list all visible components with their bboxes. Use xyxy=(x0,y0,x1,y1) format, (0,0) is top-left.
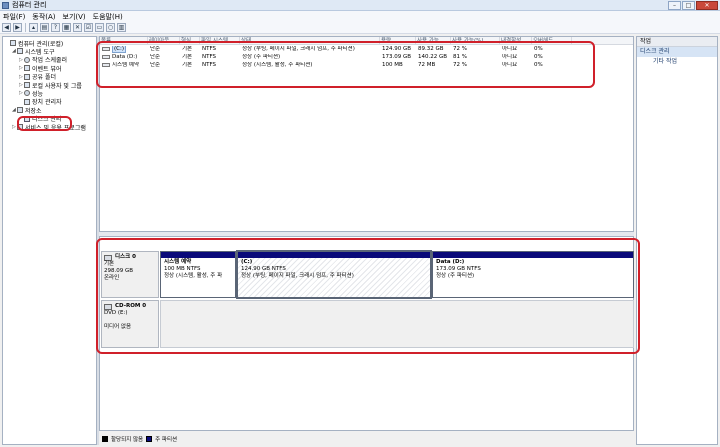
volume-list-callout xyxy=(96,41,595,88)
close-button[interactable]: ✕ xyxy=(696,1,718,10)
maximize-button[interactable]: □ xyxy=(682,1,695,10)
tree-item[interactable]: 컴퓨터 관리(로컬) xyxy=(5,39,63,48)
window-title: 컴퓨터 관리 xyxy=(12,1,47,9)
window-controls: – □ ✕ xyxy=(668,1,718,10)
storage-icon xyxy=(17,107,23,114)
toolbar: ◀ ▶ ▴ ▤ ? ▦ ✕ ☑ ▭ ○ ▥ xyxy=(0,22,720,34)
tree-item[interactable]: ◢ 시스템 도구 xyxy=(12,47,55,56)
properties-icon[interactable]: ▦ xyxy=(62,23,71,32)
actions-pane: 작업 디스크 관리 기타 작업 xyxy=(636,36,718,445)
up-folder-icon[interactable]: ▴ xyxy=(29,23,38,32)
delete-icon[interactable]: ✕ xyxy=(73,23,82,32)
tree-item[interactable]: ◢ 저장소 xyxy=(12,106,42,115)
menu-view[interactable]: 보기(V) xyxy=(63,12,86,22)
tree-item[interactable]: ▷ 작업 스케줄러 xyxy=(19,56,67,64)
tree-item[interactable]: ▷ 공유 폴더 xyxy=(19,73,56,81)
back-icon[interactable]: ◀ xyxy=(2,23,11,32)
legend-swatch-unallocated xyxy=(102,436,108,442)
clock-icon xyxy=(24,56,30,63)
help-icon[interactable]: ? xyxy=(51,23,60,32)
title-bar: 컴퓨터 관리 – □ ✕ xyxy=(0,0,720,11)
menu-file[interactable]: 파일(F) xyxy=(3,12,25,22)
users-icon xyxy=(24,82,30,88)
device-icon xyxy=(24,98,30,105)
tree-item[interactable]: 장치 관리자 xyxy=(19,98,62,106)
disk-graph-callout xyxy=(96,238,640,354)
forward-icon[interactable]: ▶ xyxy=(13,23,22,32)
folder-icon xyxy=(24,73,30,80)
actions-header: 작업 xyxy=(637,37,717,47)
legend-swatch-primary xyxy=(146,436,153,442)
legend: 할당되지 않음 주 파티션 xyxy=(99,433,634,445)
tools-icon xyxy=(17,48,23,55)
tree-item[interactable]: ▷ 로컬 사용자 및 그룹 xyxy=(19,81,82,90)
app-icon xyxy=(2,1,9,9)
search-icon[interactable]: ○ xyxy=(106,23,115,32)
menu-bar: 파일(F) 동작(A) 보기(V) 도움말(H) xyxy=(0,11,720,22)
checkbox-icon[interactable]: ☑ xyxy=(84,23,93,32)
tree-item[interactable]: ▷ 성능 xyxy=(19,89,43,98)
legend-label-unallocated: 할당되지 않음 xyxy=(111,437,144,443)
actions-more[interactable]: 기타 작업 xyxy=(637,57,717,67)
performance-icon xyxy=(24,90,30,97)
menu-action[interactable]: 동작(A) xyxy=(32,12,55,22)
menu-help[interactable]: 도움말(H) xyxy=(93,12,123,22)
event-icon xyxy=(24,65,30,72)
navigation-tree: 컴퓨터 관리(로컬) ◢ 시스템 도구 ▷ 작업 스케줄러 ▷ 이벤트 뷰어 ▷ 공유 폴더 ▷ 로… xyxy=(2,36,97,445)
open-folder-icon[interactable]: ▭ xyxy=(95,23,104,32)
tree-item[interactable]: ▷ 이벤트 뷰어 xyxy=(19,64,62,73)
toolbar-separator xyxy=(25,23,26,32)
computer-icon xyxy=(10,40,16,46)
legend-label-primary: 주 파티션 xyxy=(155,437,178,443)
show-tree-icon[interactable]: ▤ xyxy=(40,23,49,32)
actions-section-disk-management[interactable]: 디스크 관리 xyxy=(637,47,717,57)
minimize-button[interactable]: – xyxy=(668,1,681,10)
disk-management-callout xyxy=(17,116,72,131)
toolbar-list-icon[interactable]: ▥ xyxy=(117,23,126,32)
